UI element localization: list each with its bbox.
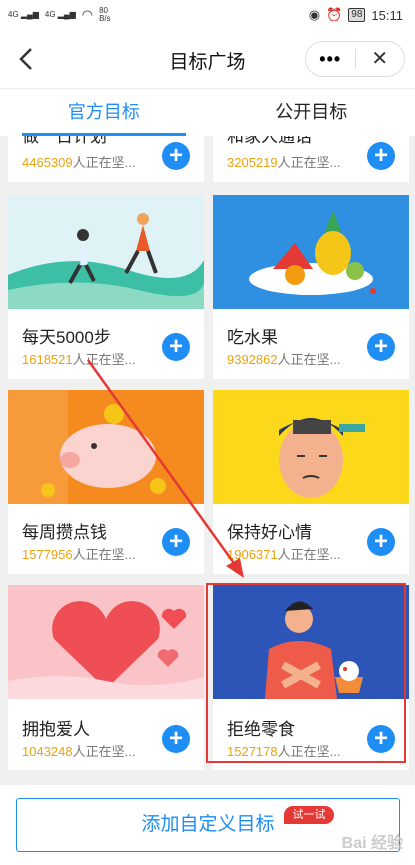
tab-official[interactable]: 官方目标 bbox=[0, 89, 208, 136]
network-speed: 80 B/s bbox=[99, 6, 111, 23]
goal-count: 9392862人正在坚... bbox=[227, 352, 341, 367]
goal-name: 做一日计划 bbox=[22, 136, 107, 146]
goal-count: 1906371人正在坚... bbox=[227, 547, 341, 562]
wifi-icon: ◠ bbox=[81, 7, 94, 22]
goal-name: 每天5000步 bbox=[22, 328, 111, 347]
piggy-bank-illustration bbox=[8, 390, 204, 504]
no-snacks-illustration bbox=[213, 585, 409, 699]
clock: 15:11 bbox=[371, 7, 403, 23]
goal-count: 1527178人正在坚... bbox=[227, 744, 341, 759]
goal-card[interactable]: 保持好心情 1906371人正在坚... + bbox=[213, 390, 409, 574]
more-button[interactable]: ••• bbox=[306, 41, 355, 77]
try-badge: 试一试 bbox=[284, 806, 334, 824]
calm-face-illustration bbox=[213, 390, 409, 504]
goal-card[interactable]: 吃水果 9392862人正在坚... + bbox=[213, 195, 409, 379]
goal-count: 1618521人正在坚... bbox=[22, 352, 136, 367]
fruit-illustration bbox=[213, 195, 409, 309]
add-goal-button[interactable]: + bbox=[162, 725, 190, 753]
signal-icon-2: 4G ▂▄▆ bbox=[44, 10, 76, 19]
close-button[interactable]: ✕ bbox=[356, 41, 405, 77]
goal-name: 和家人通话 bbox=[227, 136, 312, 146]
add-goal-button[interactable]: + bbox=[367, 333, 395, 361]
goal-name: 拥抱爱人 bbox=[22, 720, 90, 739]
goal-card[interactable]: 拒绝零食 1527178人正在坚... + bbox=[213, 585, 409, 770]
goal-count: 4465309人正在坚... bbox=[22, 155, 136, 170]
goal-count: 1577956人正在坚... bbox=[22, 547, 136, 562]
goal-card[interactable]: 和家人通话 3205219人正在坚... + bbox=[213, 136, 409, 182]
goal-grid: 做一日计划 4465309人正在坚... + 和家人通话 3205219人正在坚… bbox=[0, 136, 415, 796]
goal-card[interactable]: 每周攒点钱 1577956人正在坚... + bbox=[8, 390, 204, 574]
eye-icon: ◉ bbox=[308, 7, 321, 22]
goal-name: 每周攒点钱 bbox=[22, 523, 107, 542]
battery-indicator: 98 bbox=[348, 8, 366, 22]
tab-bar: 官方目标 公开目标 bbox=[0, 88, 415, 136]
goal-card[interactable]: 拥抱爱人 1043248人正在坚... + bbox=[8, 585, 204, 770]
add-goal-button[interactable]: + bbox=[367, 142, 395, 170]
goal-name: 吃水果 bbox=[227, 328, 278, 347]
goal-card[interactable]: 每天5000步 1618521人正在坚... + bbox=[8, 195, 204, 379]
goal-count: 3205219人正在坚... bbox=[227, 155, 341, 170]
signal-icon: 4G ▂▄▆ bbox=[8, 10, 39, 19]
goal-name: 保持好心情 bbox=[227, 523, 312, 542]
add-goal-button[interactable]: + bbox=[367, 725, 395, 753]
back-button[interactable] bbox=[12, 44, 42, 74]
chevron-left-icon bbox=[19, 48, 32, 70]
nav-bar: 目标广场 ••• ✕ bbox=[0, 30, 415, 88]
bottom-bar: 添加自定义目标 bbox=[0, 785, 415, 865]
hearts-illustration bbox=[8, 585, 204, 699]
status-bar: 4G ▂▄▆ 4G ▂▄▆ ◠ 80 B/s ◉ ⏰ 98 15:11 bbox=[0, 0, 415, 30]
goal-card[interactable]: 做一日计划 4465309人正在坚... + bbox=[8, 136, 204, 182]
goal-count: 1043248人正在坚... bbox=[22, 744, 136, 759]
running-illustration bbox=[8, 195, 204, 309]
goal-name: 拒绝零食 bbox=[227, 720, 295, 739]
add-goal-button[interactable]: + bbox=[367, 528, 395, 556]
add-goal-button[interactable]: + bbox=[162, 333, 190, 361]
mini-program-capsule: ••• ✕ bbox=[305, 41, 405, 77]
tab-public[interactable]: 公开目标 bbox=[208, 89, 415, 136]
add-goal-button[interactable]: + bbox=[162, 528, 190, 556]
watermark: Bai 经验 bbox=[341, 835, 403, 852]
alarm-icon: ⏰ bbox=[326, 7, 343, 22]
add-goal-button[interactable]: + bbox=[162, 142, 190, 170]
